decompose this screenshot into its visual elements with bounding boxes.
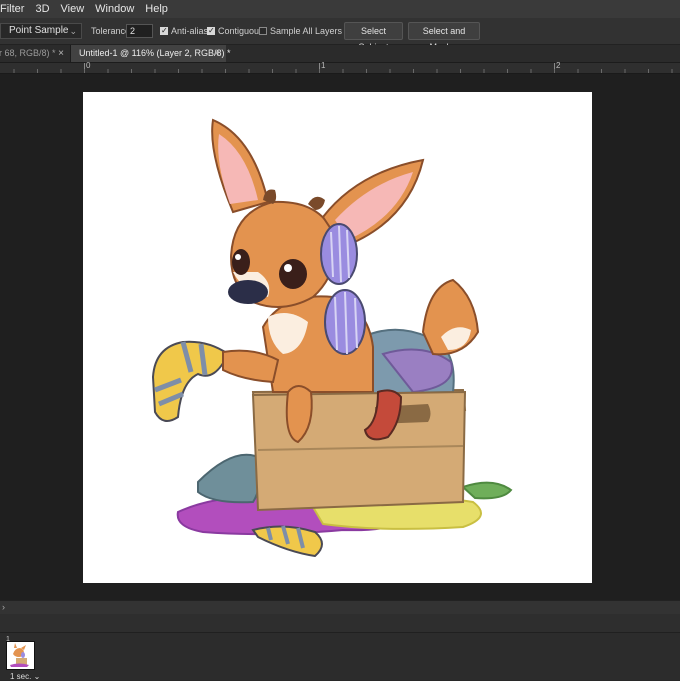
chevron-right-icon[interactable]: ›	[2, 601, 5, 614]
status-bar: ›	[0, 600, 680, 614]
ruler-ticks	[13, 63, 673, 73]
ruler-mark-1: 1	[321, 61, 326, 70]
menu-view[interactable]: View	[55, 0, 90, 18]
select-subject-button[interactable]: Select Subject	[344, 22, 403, 52]
tab-label: er 68, RGB/8) *	[0, 48, 56, 58]
sample-size-select[interactable]: Point Sample ⌄	[0, 23, 82, 39]
tab-document-previous[interactable]: er 68, RGB/8) * ×	[0, 45, 70, 62]
close-icon[interactable]: ×	[58, 45, 64, 62]
menu-window[interactable]: Window	[89, 0, 139, 18]
frame-thumbnail-image	[10, 643, 29, 667]
ruler-mark-0: 0	[86, 61, 91, 70]
frame-thumbnail[interactable]	[6, 641, 35, 670]
chevron-down-icon: ⌄	[69, 26, 77, 36]
close-icon[interactable]: ×	[214, 45, 220, 62]
menu-3d[interactable]: 3D	[29, 0, 54, 18]
panel-header	[0, 614, 680, 633]
timeline-panel: 1 1 sec. ⌄	[0, 633, 680, 681]
document-tab-bar: er 68, RGB/8) * × Untitled-1 @ 116% (Lay…	[0, 45, 680, 63]
sample-all-layers-checkbox[interactable]	[259, 27, 267, 35]
menu-bar: Filter 3D View Window Help	[0, 0, 680, 18]
sample-all-layers-label: Sample All Layers	[270, 26, 343, 36]
menu-help[interactable]: Help	[139, 0, 173, 18]
anti-alias-label: Anti-alias	[171, 26, 209, 36]
workspace[interactable]	[0, 74, 680, 600]
contiguous-checkbox[interactable]: ✓	[207, 27, 215, 35]
menu-filter[interactable]: Filter	[0, 0, 29, 18]
document-canvas[interactable]	[83, 92, 592, 583]
deer-in-box-illustration	[151, 118, 513, 558]
sample-size-value: Point Sample	[9, 25, 69, 36]
animation-frame[interactable]: 1 1 sec. ⌄	[4, 636, 40, 681]
ruler-mark-2: 2	[556, 61, 561, 70]
tab-document-active[interactable]: Untitled-1 @ 116% (Layer 2, RGB/8) * ×	[70, 45, 231, 62]
options-bar: Point Sample ⌄ Tolerance: 2 ✓ Anti-alias…	[0, 18, 680, 52]
contiguous-label: Contiguous	[218, 26, 264, 36]
select-and-mask-button[interactable]: Select and Mask...	[408, 22, 480, 52]
anti-alias-checkbox[interactable]: ✓	[160, 27, 168, 35]
tab-label: Untitled-1 @ 116% (Layer 2, RGB/8) *	[79, 48, 231, 58]
horizontal-ruler: 0 1 2	[0, 61, 680, 74]
tolerance-input[interactable]: 2	[126, 24, 153, 38]
